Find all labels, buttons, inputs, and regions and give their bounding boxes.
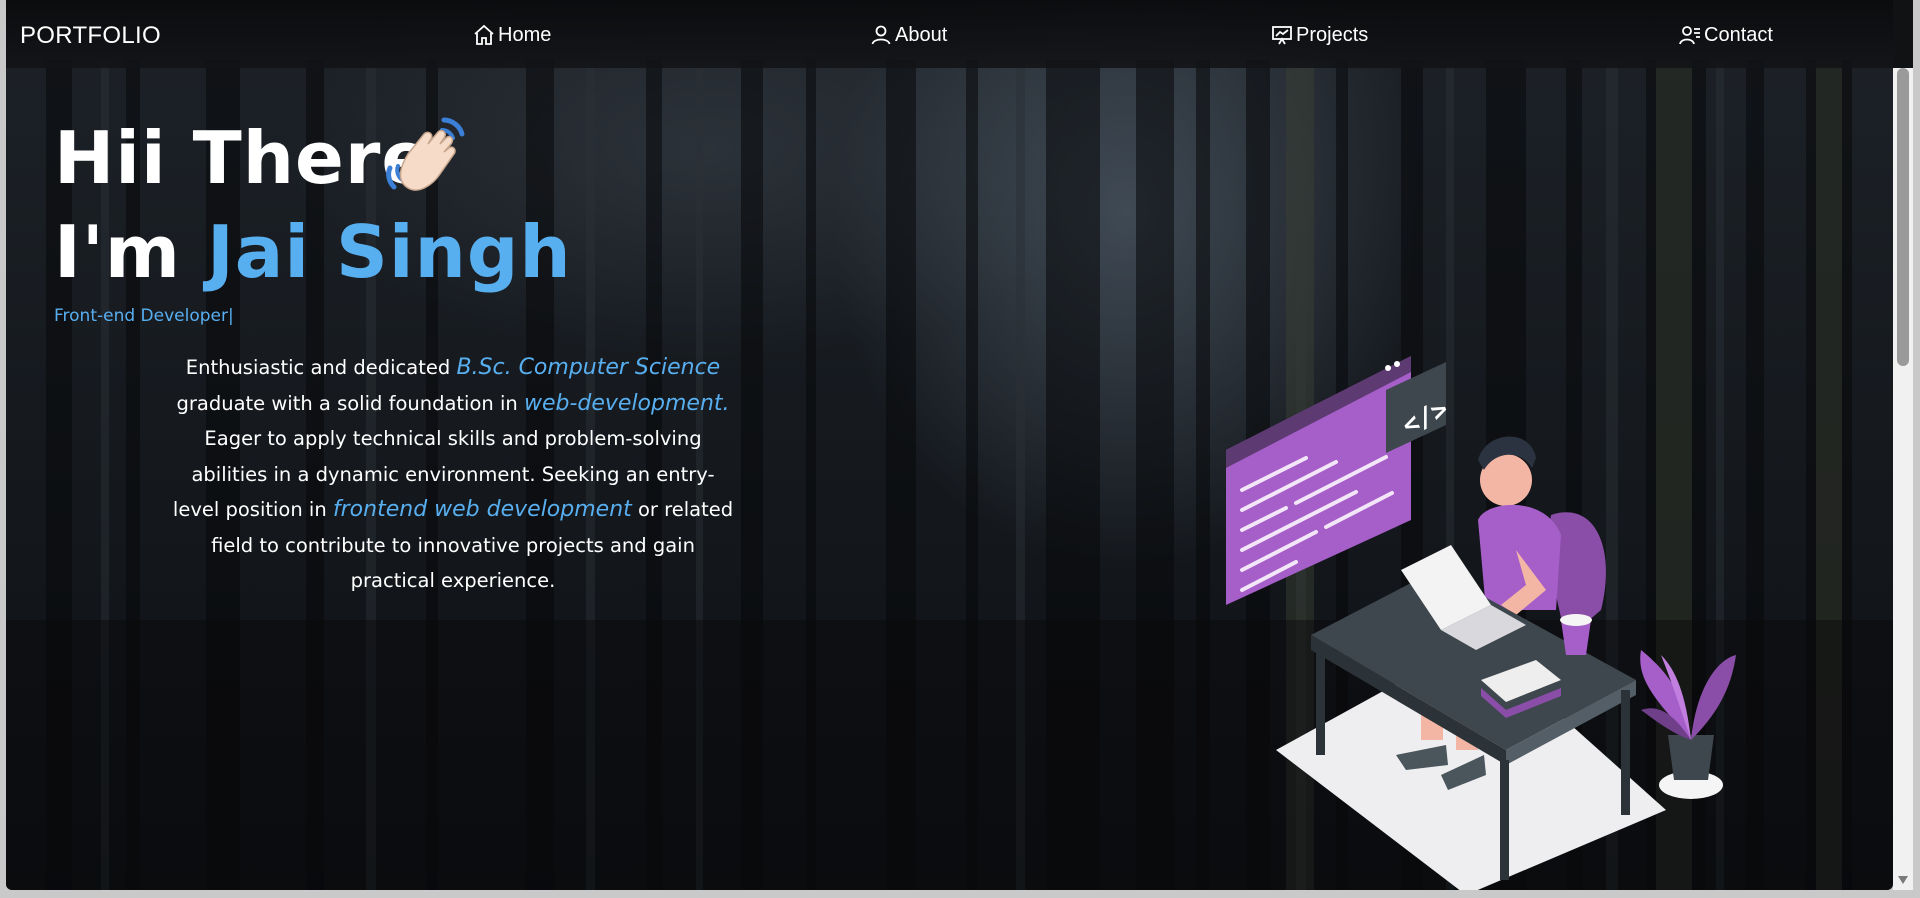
typing-cursor: | (228, 306, 234, 326)
page: PORTFOLIO Home About Projects Contact Hi… (6, 0, 1893, 890)
bio-text-2: graduate with a solid foundation in (176, 391, 524, 415)
nav-home-label: Home (498, 23, 552, 46)
scrollbar-corner (1893, 0, 1913, 68)
hero-greeting: Hii There (54, 116, 432, 200)
bio-highlight-frontend: frontend web development (332, 497, 632, 522)
nav-about-label: About (895, 23, 948, 46)
scroll-down-arrow-icon[interactable] (1898, 876, 1908, 884)
nav-contact[interactable]: Contact (1678, 21, 1773, 49)
bio-highlight-webdev: web-development. (523, 390, 730, 416)
developer-illustration: </> (1226, 356, 1736, 890)
home-icon (474, 24, 494, 45)
hero-intro: I'm Jai Singh (54, 210, 572, 294)
nav-projects-label: Projects (1296, 23, 1369, 46)
user-contact-icon (1679, 26, 1700, 45)
hero-bio: Enthusiastic and dedicated B.Sc. Compute… (170, 350, 736, 599)
brand-logo[interactable]: PORTFOLIO (20, 22, 161, 50)
nav-home[interactable]: Home (472, 21, 551, 49)
hero-name: Jai Singh (206, 210, 572, 294)
nav-contact-label: Contact (1704, 23, 1773, 46)
bio-text-1: Enthusiastic and dedicated (185, 356, 457, 379)
scrollbar-thumb[interactable] (1897, 68, 1909, 366)
hero-role-text: Front-end Developer (54, 306, 228, 326)
navbar: PORTFOLIO Home About Projects Contact (6, 0, 1893, 68)
bio-highlight-degree: B.Sc. Computer Science (456, 355, 721, 380)
hero-role: Front-end Developer| (54, 306, 234, 326)
vertical-scrollbar[interactable] (1893, 68, 1913, 890)
nav-about[interactable]: About (869, 21, 947, 49)
hero-intro-prefix: I'm (54, 210, 181, 294)
waving-hand-icon (386, 117, 465, 191)
presentation-chart-icon (1272, 26, 1292, 45)
nav-projects[interactable]: Projects (1270, 21, 1368, 49)
user-icon (871, 25, 891, 45)
